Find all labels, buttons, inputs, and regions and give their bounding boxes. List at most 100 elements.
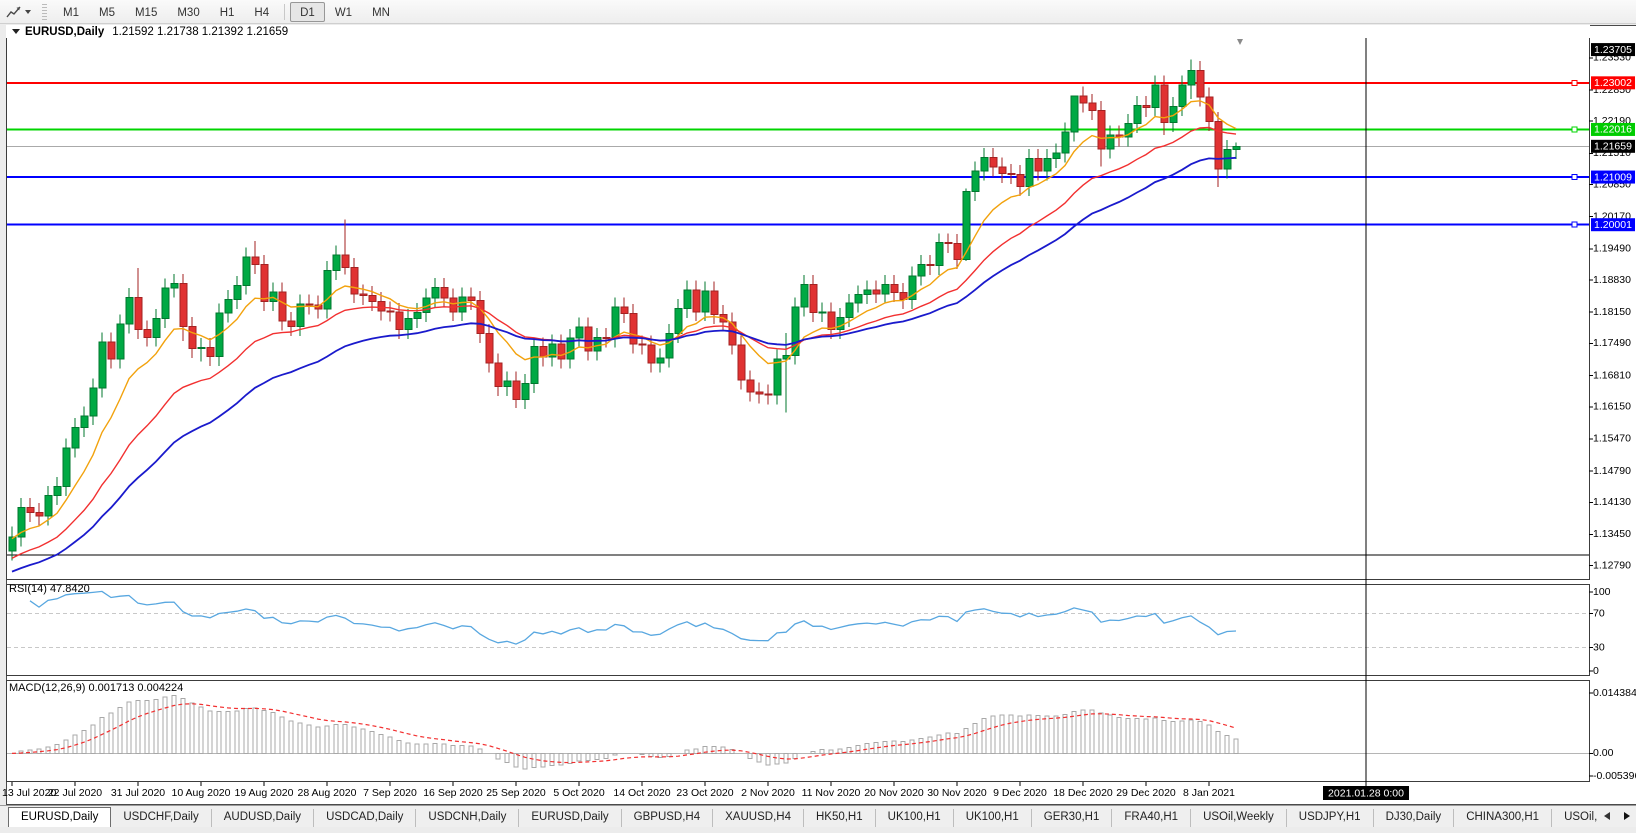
candle-body bbox=[530, 346, 539, 385]
candle-body bbox=[890, 283, 899, 293]
tab-uk100-h1[interactable]: UK100,H1 bbox=[952, 809, 1031, 827]
candle-body bbox=[710, 290, 719, 316]
window-menu-icon[interactable] bbox=[12, 29, 20, 34]
candle-body bbox=[1178, 84, 1187, 108]
candle-body bbox=[674, 307, 683, 335]
tab-hk50-h1[interactable]: HK50,H1 bbox=[802, 809, 875, 827]
chart-title-symbol: EURUSD,Daily bbox=[25, 25, 105, 38]
candle-body bbox=[602, 336, 611, 339]
price-tick-label: 1.18150 bbox=[1593, 306, 1631, 318]
date-tick-label: 5 Oct 2020 bbox=[553, 787, 605, 799]
tab-usoil-weekly[interactable]: USOil,Weekly bbox=[1190, 809, 1286, 827]
candle-body bbox=[1007, 173, 1016, 176]
candle-body bbox=[485, 333, 494, 364]
candle-body bbox=[665, 333, 674, 359]
candle-body bbox=[656, 357, 665, 364]
candle-body bbox=[998, 166, 1007, 175]
candle-body bbox=[881, 283, 890, 295]
candle-body bbox=[305, 303, 314, 306]
candle-body bbox=[26, 506, 35, 514]
tab-audusd-daily[interactable]: AUDUSD,Daily bbox=[210, 809, 313, 827]
candle-body bbox=[755, 391, 764, 395]
candle-body bbox=[467, 296, 476, 301]
date-tick-label: 7 Sep 2020 bbox=[363, 787, 417, 799]
candle-body bbox=[1196, 70, 1205, 98]
date-tick-label: 18 Dec 2020 bbox=[1053, 787, 1113, 799]
candle-body bbox=[647, 344, 656, 364]
candle-body bbox=[62, 447, 71, 488]
tab-usdcad-daily[interactable]: USDCAD,Daily bbox=[313, 809, 415, 827]
candle-body bbox=[620, 306, 629, 315]
macd-label: MACD(12,26,9) 0.001713 0.004224 bbox=[9, 682, 183, 694]
date-tick-label: 9 Dec 2020 bbox=[993, 787, 1047, 799]
tab-ger30-h1[interactable]: GER30,H1 bbox=[1030, 809, 1112, 827]
date-tick-label: 16 Sep 2020 bbox=[423, 787, 483, 799]
candle-body bbox=[125, 297, 134, 325]
candle-body bbox=[242, 256, 251, 286]
tab-eurusd-daily[interactable]: EURUSD,Daily bbox=[518, 809, 620, 827]
level-line-handle[interactable] bbox=[1571, 174, 1578, 181]
candle-body bbox=[854, 294, 863, 304]
tab-gbpusd-h4[interactable]: GBPUSD,H4 bbox=[620, 809, 712, 827]
candle-body bbox=[1070, 95, 1079, 133]
candle-body bbox=[953, 243, 962, 261]
tab-uk100-h1[interactable]: UK100,H1 bbox=[874, 809, 953, 827]
candle-body bbox=[935, 242, 944, 266]
candle-body bbox=[35, 512, 44, 517]
date-tick-label: 19 Aug 2020 bbox=[235, 787, 294, 799]
level-line-handle[interactable] bbox=[1571, 221, 1578, 228]
candle-body bbox=[980, 157, 989, 172]
date-tick-label: 22 Jul 2020 bbox=[48, 787, 102, 799]
tab-usdcnh-daily[interactable]: USDCNH,Daily bbox=[415, 809, 518, 827]
candle-body bbox=[161, 287, 170, 319]
candle-body bbox=[152, 317, 161, 338]
candle-body bbox=[107, 341, 116, 360]
level-line-handle[interactable] bbox=[1571, 79, 1578, 86]
panel-rsi[interactable] bbox=[6, 584, 1590, 676]
candle-body bbox=[1133, 105, 1142, 125]
candle-body bbox=[386, 310, 395, 313]
candle-body bbox=[575, 326, 584, 339]
candle-body bbox=[917, 263, 926, 277]
candle-body bbox=[260, 263, 269, 302]
tab-xauusd-h4[interactable]: XAUUSD,H4 bbox=[712, 809, 803, 827]
candle-body bbox=[404, 317, 413, 331]
tab-usdjpy-h1[interactable]: USDJPY,H1 bbox=[1285, 809, 1373, 827]
candle-body bbox=[296, 303, 305, 327]
candle-body bbox=[764, 393, 773, 396]
tab-eurusd-daily[interactable]: EURUSD,Daily bbox=[8, 807, 112, 827]
price-tick-label: 1.16150 bbox=[1593, 401, 1631, 413]
candle-body bbox=[323, 270, 332, 310]
date-tick-label: 25 Sep 2020 bbox=[486, 787, 546, 799]
candle-body bbox=[638, 343, 647, 346]
candle-body bbox=[116, 323, 125, 360]
tab-china300-h1[interactable]: CHINA300,H1 bbox=[1453, 809, 1551, 827]
candle-body bbox=[503, 380, 512, 387]
price-marker-label: 1.23002 bbox=[1594, 77, 1632, 89]
candle-body bbox=[845, 302, 854, 318]
candle-body bbox=[224, 298, 233, 314]
tab-dj30-daily[interactable]: DJ30,Daily bbox=[1372, 809, 1454, 827]
date-tick-label: 20 Nov 2020 bbox=[864, 787, 924, 799]
candle-body bbox=[593, 336, 602, 352]
candle-body bbox=[512, 380, 521, 401]
candle-body bbox=[449, 297, 458, 313]
price-tick-label: 1.13450 bbox=[1593, 528, 1631, 540]
rsi-axis-label: 70 bbox=[1593, 607, 1605, 619]
chart-title-ohlc: 1.21592 1.21738 1.21392 1.21659 bbox=[112, 25, 289, 38]
candle-body bbox=[836, 316, 845, 331]
price-marker-label: 1.22016 bbox=[1594, 124, 1632, 136]
candle-body bbox=[287, 320, 296, 327]
date-tick-label: 11 Nov 2020 bbox=[802, 787, 861, 799]
tab-scroll-left-button[interactable] bbox=[1600, 809, 1614, 823]
chart-title-bar: EURUSD,Daily 1.21592 1.21738 1.21392 1.2… bbox=[6, 25, 1590, 38]
tab-scroll-right-button[interactable] bbox=[1620, 809, 1634, 823]
rsi-axis-label: 100 bbox=[1593, 586, 1611, 598]
tab-fra40-h1[interactable]: FRA40,H1 bbox=[1111, 809, 1190, 827]
chart-canvas[interactable]: 1.235301.228501.221901.215101.208501.201… bbox=[0, 0, 1636, 833]
level-line-handle[interactable] bbox=[1571, 126, 1578, 133]
tab-usdchf-daily[interactable]: USDCHF,Daily bbox=[111, 809, 210, 827]
candle-body bbox=[440, 287, 449, 299]
candle-body bbox=[413, 312, 422, 319]
price-tick-label: 1.15470 bbox=[1593, 433, 1631, 445]
